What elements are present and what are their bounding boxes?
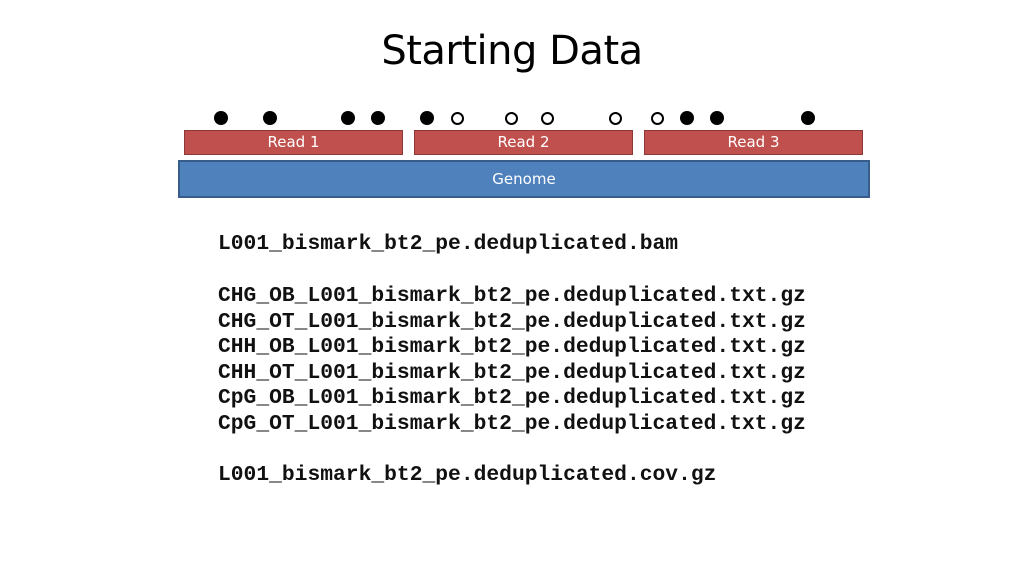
coverage-filename: L001_bismark_bt2_pe.deduplicated.cov.gz: [218, 463, 717, 487]
read-2-box: Read 2: [414, 130, 633, 155]
unmethylated-site-icon: [650, 111, 664, 125]
methylated-site-icon: [341, 111, 355, 125]
context-filename: CHG_OB_L001_bismark_bt2_pe.deduplicated.…: [218, 284, 806, 308]
context-filename: CHH_OT_L001_bismark_bt2_pe.deduplicated.…: [218, 360, 806, 385]
read-3-box: Read 3: [644, 130, 863, 155]
context-filename: CHH_OB_L001_bismark_bt2_pe.deduplicated.…: [218, 335, 806, 359]
slide-title: Starting Data: [381, 28, 643, 74]
context-filename: CHG_OT_L001_bismark_bt2_pe.deduplicated.…: [218, 309, 806, 334]
methylated-site-icon: [680, 111, 694, 125]
unmethylated-site-icon: [608, 111, 622, 125]
genome-bar: Genome: [178, 160, 870, 198]
methylated-site-icon: [420, 111, 434, 125]
context-filename: CpG_OB_L001_bismark_bt2_pe.deduplicated.…: [218, 386, 806, 410]
methylated-site-icon: [371, 111, 385, 125]
read-1-box: Read 1: [184, 130, 403, 155]
methylated-site-icon: [263, 111, 277, 125]
context-filename: CpG_OT_L001_bismark_bt2_pe.deduplicated.…: [218, 411, 806, 436]
unmethylated-site-icon: [450, 111, 464, 125]
methylated-site-icon: [801, 111, 815, 125]
methylated-site-icon: [214, 111, 228, 125]
unmethylated-site-icon: [504, 111, 518, 125]
unmethylated-site-icon: [540, 111, 554, 125]
methylated-site-icon: [710, 111, 724, 125]
bam-filename: L001_bismark_bt2_pe.deduplicated.bam: [218, 232, 679, 256]
